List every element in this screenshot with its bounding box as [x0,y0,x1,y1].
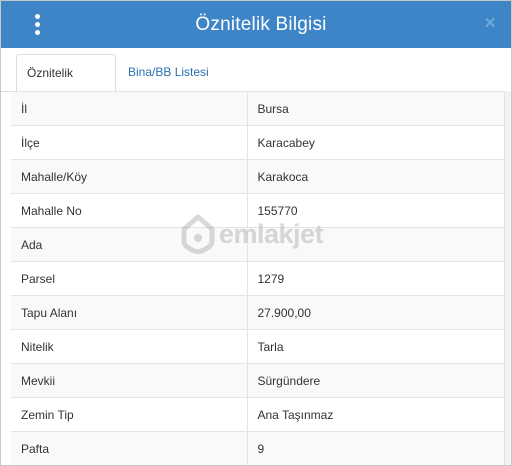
table-row: İlçe Karacabey [11,125,511,160]
row-value: Tarla [247,329,511,364]
row-label: Nitelik [11,329,248,364]
row-value: Karakoca [247,159,511,194]
table-row: Mevkii Sürgündere [11,363,511,398]
tab-building-list[interactable]: Bina/BB Listesi [118,54,219,92]
close-button[interactable]: × [479,12,501,36]
row-label: Parsel [11,261,248,296]
table-row: Parsel 1279 [11,261,511,296]
table-row: Nitelik Tarla [11,329,511,364]
row-label: Mevkii [11,363,248,398]
row-label: İlçe [11,125,248,160]
row-value: Bursa [247,91,511,126]
row-label: Pafta [11,431,248,465]
row-value: 27.900,00 [247,295,511,330]
row-value: 1279 [247,261,511,296]
table-row: Mahalle/Köy Karakoca [11,159,511,194]
attribute-table: İl Bursa İlçe Karacabey Mahalle/Köy Karakoca M… [11,91,511,465]
row-label: Zemin Tip [11,397,248,432]
row-value [247,227,511,262]
scrollbar-track[interactable] [504,91,511,465]
row-value: 155770 [247,193,511,228]
table-row: Ada [11,227,511,262]
row-label: Tapu Alanı [11,295,248,330]
row-value: Ana Taşınmaz [247,397,511,432]
tab-bar: Öznitelik Bilgisi Bina/BB Listesi [1,48,511,116]
attribute-info-dialog: Öznitelik Bilgisi × Öznitelik Bilgisi Bi… [0,0,512,466]
table-row: Tapu Alanı 27.900,00 [11,295,511,330]
row-value: Sürgündere [247,363,511,398]
dialog-title: Öznitelik Bilgisi [195,14,327,35]
table-row: Zemin Tip Ana Taşınmaz [11,397,511,432]
dialog-header: Öznitelik Bilgisi × [1,1,511,48]
row-label: Mahalle/Köy [11,159,248,194]
row-label: Ada [11,227,248,262]
row-value: 9 [247,431,511,465]
tab-attribute-info[interactable]: Öznitelik Bilgisi [16,54,116,116]
attribute-table-container: İl Bursa İlçe Karacabey Mahalle/Köy Karakoca M… [11,91,511,465]
row-label: İl [11,91,248,126]
table-row: İl Bursa [11,91,511,126]
row-value: Karacabey [247,125,511,160]
table-row: Pafta 9 [11,431,511,465]
row-label: Mahalle No [11,193,248,228]
table-row: Mahalle No 155770 [11,193,511,228]
